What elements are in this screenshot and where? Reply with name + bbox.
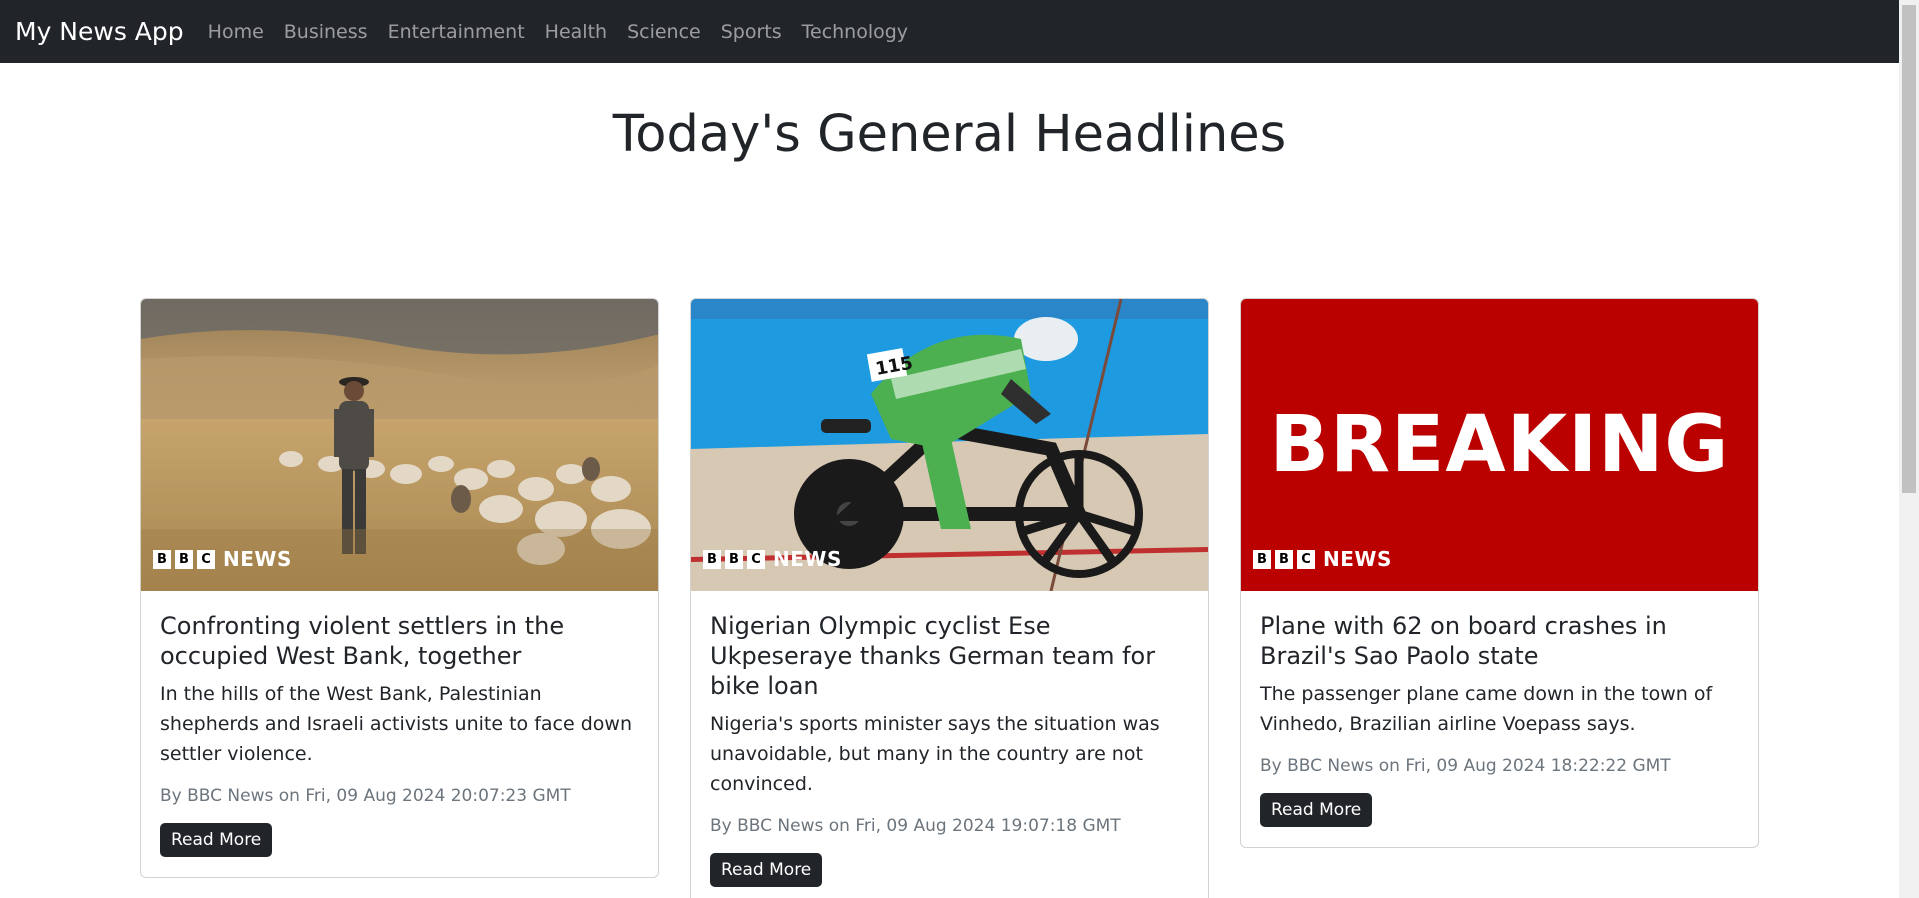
- article-image-breaking: BREAKING B B C NEWS: [1241, 299, 1758, 591]
- article-meta: By BBC News on Fri, 09 Aug 2024 20:07:23…: [160, 786, 571, 806]
- read-more-button[interactable]: Read More: [710, 853, 823, 887]
- article-image-shepherd: B B C NEWS: [141, 299, 658, 591]
- nav-link-science[interactable]: Science: [617, 21, 711, 43]
- read-more-button[interactable]: Read More: [1260, 793, 1373, 827]
- article-description: Nigeria's sports minister says the situa…: [710, 713, 1160, 795]
- article-description: The passenger plane came down in the tow…: [1260, 683, 1713, 735]
- article-meta: By BBC News on Fri, 09 Aug 2024 19:07:18…: [710, 816, 1121, 836]
- article-image-cyclist: 115 B B C NEWS: [691, 299, 1208, 591]
- article-description: In the hills of the West Bank, Palestini…: [160, 683, 632, 765]
- news-card-grid: B B C NEWS Confronting violent settlers …: [140, 298, 1760, 898]
- card-body: Nigerian Olympic cyclist Ese Ukpeseraye …: [691, 591, 1208, 898]
- article-title: Nigerian Olympic cyclist Ese Ukpeseraye …: [710, 612, 1156, 700]
- nav-link-business[interactable]: Business: [274, 21, 378, 43]
- news-card: 115 B B C NEWS Nigerian Olympic cyclist …: [690, 298, 1209, 898]
- article-title: Plane with 62 on board crashes in Brazil…: [1260, 612, 1667, 670]
- scrollbar-thumb[interactable]: [1902, 5, 1916, 493]
- nav-link-technology[interactable]: Technology: [792, 21, 918, 43]
- bbc-news-logo: B B C NEWS: [1253, 547, 1392, 571]
- card-body: Confronting violent settlers in the occu…: [141, 591, 658, 877]
- page-title: Today's General Headlines: [612, 105, 1287, 164]
- nav-link-entertainment[interactable]: Entertainment: [378, 21, 535, 43]
- article-title: Confronting violent settlers in the occu…: [160, 612, 565, 670]
- nav-link-sports[interactable]: Sports: [711, 21, 792, 43]
- news-card: B B C NEWS Confronting violent settlers …: [140, 298, 659, 878]
- bbc-news-logo: B B C NEWS: [703, 547, 842, 571]
- top-navbar: My News App Home Business Entertainment …: [0, 0, 1899, 63]
- nav-links: Home Business Entertainment Health Scien…: [198, 21, 918, 43]
- news-card: BREAKING B B C NEWS Plane with 62 on boa…: [1240, 298, 1759, 848]
- vertical-scrollbar[interactable]: [1899, 0, 1919, 898]
- read-more-button[interactable]: Read More: [160, 823, 273, 857]
- bbc-news-logo: B B C NEWS: [153, 547, 292, 571]
- article-meta: By BBC News on Fri, 09 Aug 2024 18:22:22…: [1260, 756, 1671, 776]
- brand-link[interactable]: My News App: [15, 17, 184, 46]
- nav-link-home[interactable]: Home: [198, 21, 274, 43]
- nav-link-health[interactable]: Health: [535, 21, 617, 43]
- card-body: Plane with 62 on board crashes in Brazil…: [1241, 591, 1758, 847]
